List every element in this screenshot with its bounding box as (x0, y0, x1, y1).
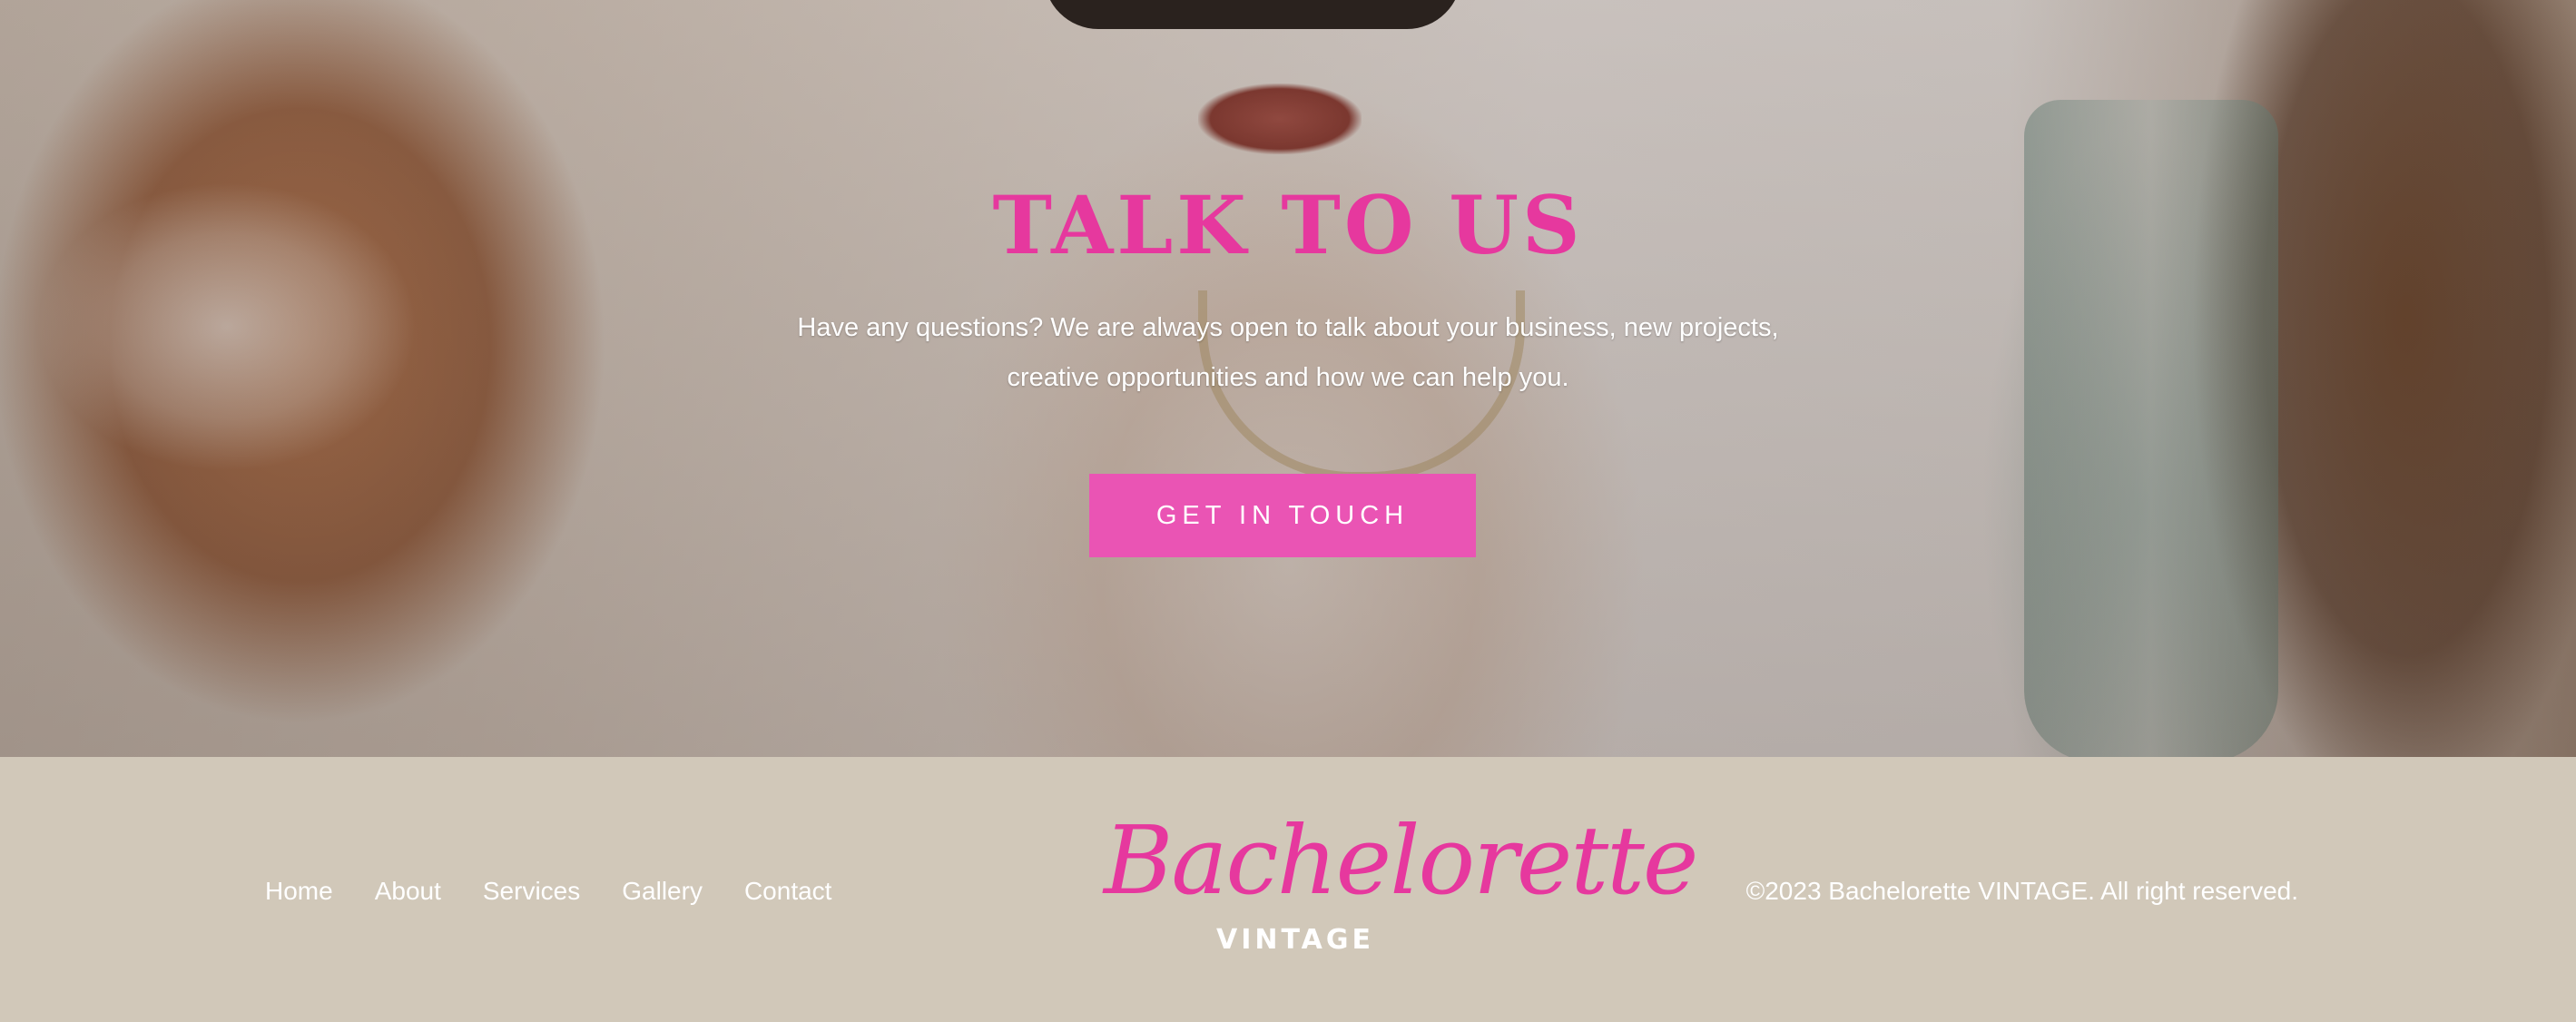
site-footer: Home About Services Gallery Contact Bach… (0, 757, 2576, 1022)
hero-content: TALK TO US Have any questions? We are al… (0, 0, 2576, 757)
hero-subtitle-line-2: creative opportunities and how we can he… (1007, 363, 1569, 392)
footer-nav-gallery[interactable]: Gallery (622, 877, 703, 906)
hero-subtitle-line-1: Have any questions? We are always open t… (797, 313, 1779, 342)
footer-nav-contact[interactable]: Contact (744, 877, 832, 906)
hero-section: TALK TO US Have any questions? We are al… (0, 0, 2576, 757)
logo-script-text: Bachelorette (1104, 805, 1698, 916)
hero-title: TALK TO US (992, 178, 1584, 272)
footer-nav-home[interactable]: Home (265, 877, 333, 906)
logo-subtext: VINTAGE (1216, 924, 1374, 956)
footer-nav: Home About Services Gallery Contact (265, 877, 873, 906)
hero-subtitle: Have any questions? We are always open t… (743, 303, 1833, 403)
footer-nav-about[interactable]: About (375, 877, 441, 906)
brand-logo[interactable]: Bachelorette VINTAGE (1104, 805, 1698, 960)
footer-nav-services[interactable]: Services (483, 877, 580, 906)
get-in-touch-button[interactable]: GET IN TOUCH (1089, 474, 1476, 557)
copyright-text: ©2023 Bachelorette VINTAGE. All right re… (1745, 877, 2298, 905)
